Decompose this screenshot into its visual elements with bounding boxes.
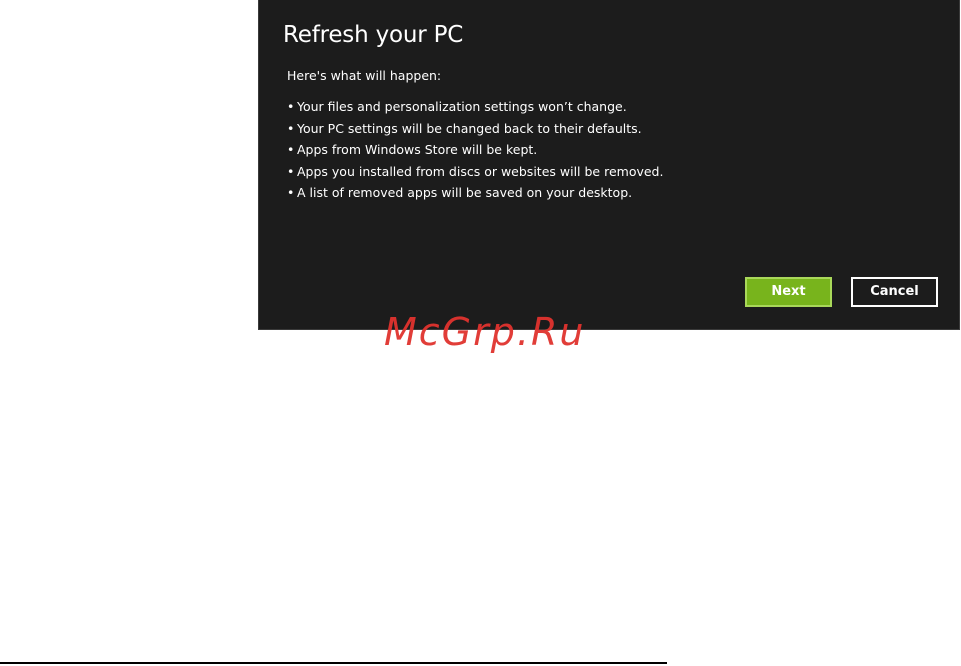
dialog-title: Refresh your PC (283, 22, 464, 48)
change-list: • Your files and personalization settings… (287, 98, 663, 206)
cancel-button[interactable]: Cancel (851, 277, 938, 307)
page-divider (0, 662, 667, 664)
list-item-text: Apps you installed from discs or website… (297, 163, 664, 179)
list-item-text: Apps from Windows Store will be kept. (297, 142, 538, 157)
refresh-pc-dialog: Refresh your PC Here's what will happen:… (258, 0, 960, 330)
bullet-icon: • (287, 120, 295, 136)
bullet-icon: • (287, 163, 295, 179)
next-button[interactable]: Next (745, 277, 832, 307)
list-item-text: Your PC settings will be changed back to… (297, 120, 642, 136)
list-item: • Your files and personalization settings… (287, 98, 663, 120)
list-item: • Apps from Windows Store will be kept. (287, 141, 663, 163)
page: Refresh your PC Here's what will happen:… (0, 0, 961, 666)
list-item: • Apps you installed from discs or websit… (287, 163, 663, 185)
list-item: • Your PC settings will be changed back t… (287, 120, 663, 142)
dialog-intro: Here's what will happen: (287, 68, 442, 83)
watermark-logo: McGrp.Ru (384, 310, 586, 354)
bullet-icon: • (287, 142, 295, 157)
bullet-icon: • (287, 99, 295, 114)
bullet-icon: • (287, 185, 295, 200)
list-item-text: Your files and personalization settings … (297, 99, 627, 114)
list-item: • A list of removed apps will be saved on… (287, 184, 663, 206)
list-item-text: A list of removed apps will be saved on … (297, 185, 633, 200)
